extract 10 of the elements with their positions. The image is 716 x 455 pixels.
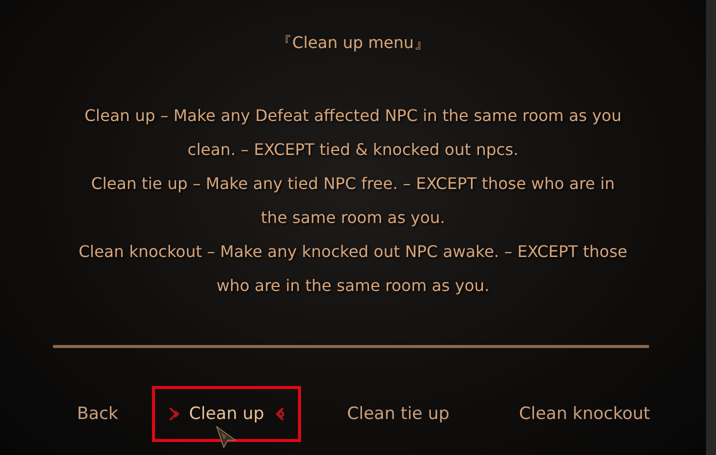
menu-button[interactable]: Back: [64, 386, 132, 442]
menu-button[interactable]: Clean knockout: [506, 386, 664, 442]
description-text: Clean tie up – Make any tied NPC free. – EXCEPT those who are in the same room as you.: [90, 173, 616, 229]
description-text: Clean up – Make any Defeat affected NPC in the same room as you clean. – EXCEPT tied & knocked out npcs.: [84, 105, 622, 161]
chevron-icon: [169, 407, 181, 421]
cursor-icon: [216, 426, 238, 448]
description-text: Clean knockout – Make any knocked out NPC awake. – EXCEPT those who are in the same room as you.: [78, 241, 628, 297]
menu-button[interactable]: Clean tie up: [334, 386, 462, 442]
dialog-title: 『Clean up menu』: [275, 32, 431, 54]
menu-button[interactable]: Clean up: [152, 386, 302, 442]
